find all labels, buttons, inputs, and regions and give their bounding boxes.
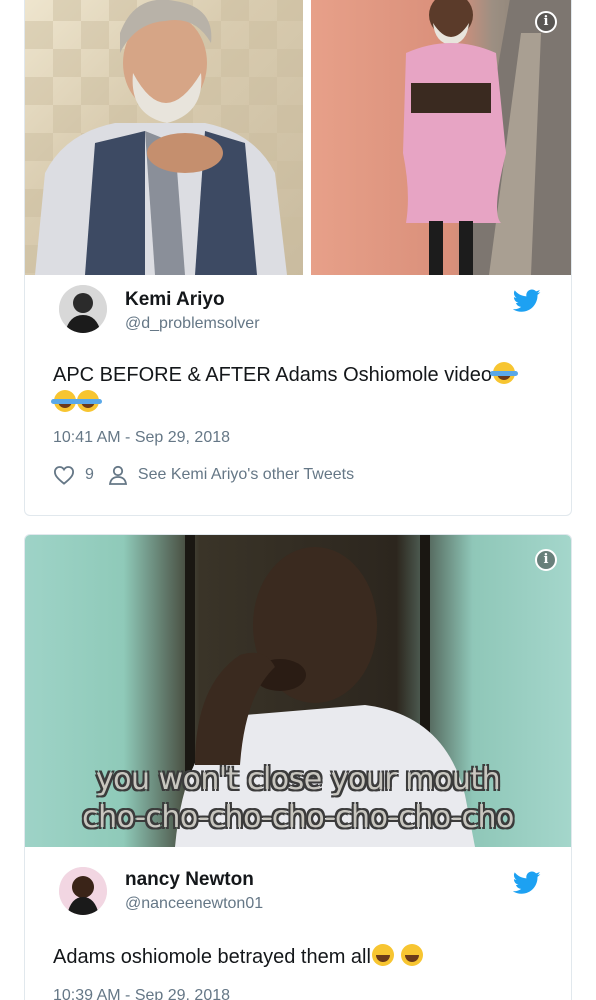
author-name[interactable]: Kemi Ariyo — [125, 289, 225, 311]
tweet-timestamp[interactable]: 10:41 AM - Sep 29, 2018 — [53, 429, 543, 447]
after-photo[interactable] — [311, 0, 571, 275]
avatar-image — [59, 867, 107, 915]
laughing-tears-emoji — [490, 362, 519, 384]
avatar[interactable] — [59, 867, 107, 915]
tweet-card[interactable]: you won't close your mouth cho-cho-cho-c… — [24, 534, 572, 1000]
grinning-emoji — [400, 944, 423, 966]
twitter-bird-icon[interactable] — [513, 289, 541, 313]
tweet-actions: 9 See Kemi Ariyo's other Tweets — [53, 465, 543, 485]
author-name[interactable]: nancy Newton — [125, 869, 254, 891]
man-in-dress-illustration — [403, 0, 571, 275]
tweet-card[interactable]: i Kemi Ariyo @d_problemsolver APC BEFORE… — [24, 0, 572, 516]
tweet-author[interactable]: Kemi Ariyo @d_problemsolver — [53, 275, 543, 355]
info-icon[interactable]: i — [535, 549, 557, 571]
tweet-timestamp[interactable]: 10:39 AM - Sep 29, 2018 — [53, 987, 543, 1000]
like-count[interactable]: 9 — [85, 466, 94, 484]
tweet-media[interactable]: i — [25, 0, 571, 275]
bearded-man-illustration — [35, 0, 287, 275]
tweet-text: APC BEFORE & AFTER Adams Oshiomole video — [51, 361, 523, 417]
avatar[interactable] — [59, 285, 107, 333]
person-icon[interactable] — [108, 465, 128, 485]
author-handle[interactable]: @nanceenewton01 — [125, 895, 263, 913]
tweet-media[interactable]: you won't close your mouth cho-cho-cho-c… — [25, 535, 571, 847]
twitter-bird-icon[interactable] — [513, 871, 541, 895]
avatar-image — [59, 285, 107, 333]
meme-caption-line-2: cho-cho-cho-cho-cho-cho-cho — [82, 800, 514, 835]
author-handle[interactable]: @d_problemsolver — [125, 315, 260, 333]
before-photo[interactable] — [25, 0, 303, 275]
profile-link[interactable]: See Kemi Ariyo's other Tweets — [138, 466, 354, 484]
laughing-tears-emoji — [51, 390, 79, 412]
heart-icon[interactable] — [53, 465, 75, 485]
laughing-tears-emoji — [74, 390, 102, 412]
grinning-emoji — [371, 944, 394, 966]
tweet-text: Adams oshiomole betrayed them all — [53, 943, 523, 971]
info-icon[interactable]: i — [535, 11, 557, 33]
tweet-author[interactable]: nancy Newton @nanceenewton01 — [53, 847, 543, 927]
meme-caption-line-1: you won't close your mouth — [95, 762, 501, 797]
